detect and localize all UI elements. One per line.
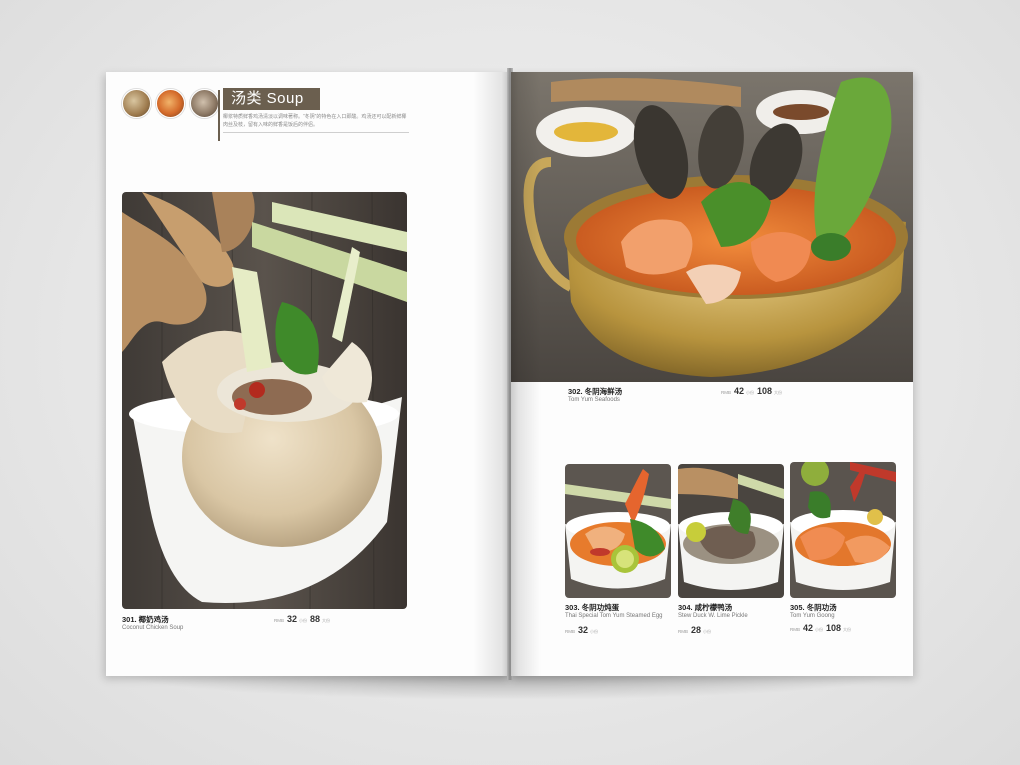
currency-label: RMB	[790, 627, 800, 632]
price-large: 108	[826, 623, 842, 633]
dish-303-price: RMB 32 小份	[565, 625, 601, 635]
dish-301-price: RMB 32 小份 88 大份	[274, 614, 333, 624]
price-small: 42	[734, 386, 745, 396]
intro-rule	[223, 132, 409, 133]
header-divider	[218, 90, 220, 141]
size-large-label: 大份	[774, 390, 783, 395]
dish-302-caption: 302. 冬阴海鲜汤 Tom Yum Seafoods	[568, 386, 622, 403]
dish-304-caption: 304. 咸柠檬鸭汤 Stew Duck W. Lime Pickle	[678, 602, 748, 619]
size-small-label: 小份	[815, 627, 824, 632]
dish-304-name: 304. 咸柠檬鸭汤	[678, 603, 733, 612]
dish-304-english: Stew Duck W. Lime Pickle	[678, 613, 748, 619]
dish-302-name: 302. 冬阴海鲜汤	[568, 387, 623, 396]
size-large-label: 大份	[322, 618, 331, 623]
size-large-label: 大份	[843, 627, 852, 632]
left-page: 汤类 Soup 椰浆特质鲜香鸡汤清淡以调味著称。“冬阴”的特色在入口即酸。鸡汤还…	[106, 72, 509, 676]
size-small-label: 小份	[746, 390, 755, 395]
size-small-label: 小份	[703, 629, 712, 634]
photo-tom-yum-goong	[790, 462, 896, 598]
dish-303-english: Thai Special Tom Yum Steamed Egg	[565, 613, 663, 619]
dish-301-caption: 301. 椰奶鸡汤 Coconut Chicken Soup	[122, 614, 183, 631]
dish-301-name: 301. 椰奶鸡汤	[122, 615, 169, 624]
section-title: 汤类 Soup	[223, 88, 320, 110]
photo-coconut-chicken-soup	[122, 192, 407, 609]
section-intro: 椰浆特质鲜香鸡汤清淡以调味著称。“冬阴”的特色在入口即酸。鸡汤还可以配新鲜椰 肉…	[223, 113, 411, 129]
price-small: 32	[287, 614, 298, 624]
price-small: 42	[803, 623, 814, 633]
left-gutter-shade	[473, 72, 509, 676]
dish-305-name: 305. 冬阴功汤	[790, 603, 837, 612]
thumbnail-meat	[190, 89, 219, 118]
dish-303-caption: 303. 冬阴功炖蛋 Thai Special Tom Yum Steamed …	[565, 602, 663, 619]
size-small-label: 小份	[590, 629, 599, 634]
currency-label: RMB	[678, 629, 688, 634]
dish-303-name: 303. 冬阴功炖蛋	[565, 603, 620, 612]
price-large: 108	[757, 386, 773, 396]
size-small-label: 小份	[299, 618, 308, 623]
photo-tom-yum-steamed-egg	[565, 464, 671, 598]
right-gutter-shade	[511, 72, 541, 676]
dish-304-price: RMB 28 小份	[678, 625, 714, 635]
dish-305-english: Tom Yum Goong	[790, 613, 835, 619]
dish-305-caption: 305. 冬阴功汤 Tom Yum Goong	[790, 602, 837, 619]
photo-stew-duck-lime-pickle	[678, 464, 784, 598]
photo-tom-yum-seafoods	[511, 72, 913, 382]
thumbnail-soup	[156, 89, 185, 118]
dish-302-english: Tom Yum Seafoods	[568, 397, 620, 403]
currency-label: RMB	[565, 629, 575, 634]
intro-line-2: 肉丝及枝，留有入味的鲜香是饭后的伴侣。	[223, 122, 319, 128]
dish-305-price: RMB 42 小份 108 大份	[790, 623, 854, 633]
price-small: 28	[691, 625, 702, 635]
category-thumbnails	[122, 89, 219, 118]
intro-line-1: 椰浆特质鲜香鸡汤清淡以调味著称。“冬阴”的特色在入口即酸。鸡汤还可以配新鲜椰	[223, 114, 407, 120]
currency-label: RMB	[274, 618, 284, 623]
dish-302-price: RMB 42 小份 108 大份	[721, 386, 785, 396]
price-small: 32	[578, 625, 589, 635]
right-page: 302. 冬阴海鲜汤 Tom Yum Seafoods RMB 42 小份 108 大份…	[511, 72, 913, 676]
thumbnail-ginger	[122, 89, 151, 118]
currency-label: RMB	[721, 390, 731, 395]
price-large: 88	[310, 614, 321, 624]
dish-301-english: Coconut Chicken Soup	[122, 625, 184, 631]
